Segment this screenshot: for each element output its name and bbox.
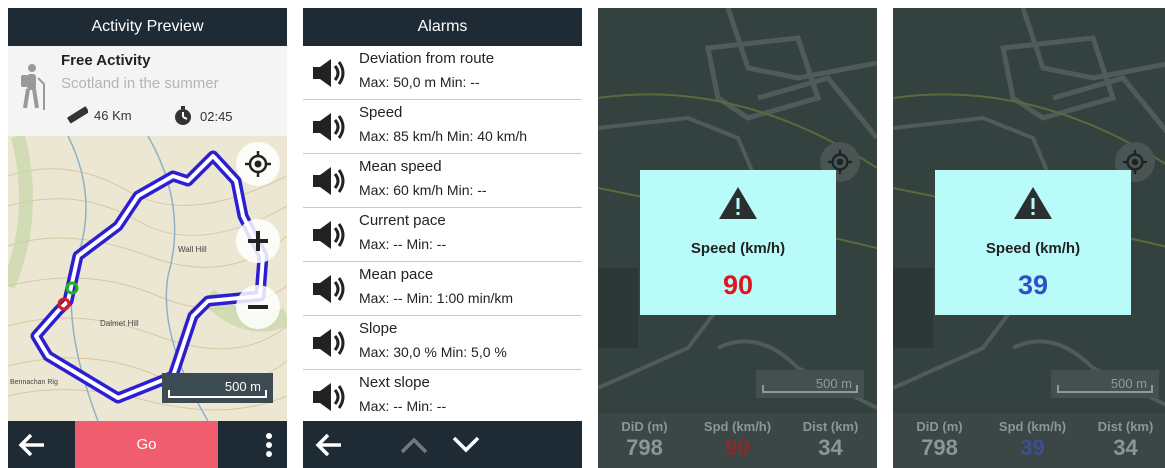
activity-preview-screen: Activity Preview Free Activity Scotland … [8,8,287,468]
speaker-icon [313,167,345,195]
duration-stat: 02:45 [172,106,233,126]
speaker-icon [313,113,345,141]
alarm-name: Slope [359,320,398,337]
speaker-icon [313,275,345,303]
speaker-icon [313,329,345,357]
distance-stat: 46 Km [66,106,132,124]
speaker-icon [313,221,345,249]
map-label-wall-hill: Wall Hill [178,245,207,254]
zoom-in-button[interactable] [236,219,280,263]
crosshair-icon [245,151,271,177]
alert-label: Speed (km/h) [985,240,1081,257]
warning-icon [719,187,757,219]
activity-subtitle: Scotland in the summer [61,75,219,92]
map-scale: 500 m [1051,370,1159,398]
alarm-item-next-slope[interactable]: Next slope Max: -- Min: -- [303,370,582,423]
field-value: 798 [921,435,958,460]
alarm-name: Deviation from route [359,50,495,67]
alarm-item-current-pace[interactable]: Current pace Max: -- Min: -- [303,208,582,262]
distance-value: 46 Km [94,107,132,123]
data-field-speed: Spd (km/h) 39 [986,419,1079,461]
field-label: DiD (m) [621,419,668,434]
field-value: 90 [725,435,750,460]
map-label-dalmet-hill: Dalmet Hill [100,319,139,328]
alert-value: 39 [1017,270,1049,300]
field-label: DiD (m) [916,419,963,434]
alarm-list: Deviation from route Max: 50,0 m Min: --… [303,46,582,421]
alarm-item-mean-speed[interactable]: Mean speed Max: 60 km/h Min: -- [303,154,582,208]
ruler-icon [67,106,88,124]
go-button[interactable]: Go [75,421,218,468]
field-value: 34 [818,435,843,460]
map-scale: 500 m [756,370,864,398]
scale-bar [1057,385,1153,393]
alarm-value: Max: 30,0 % Min: 5,0 % [359,344,507,360]
alarm-value: Max: -- Min: -- [359,398,447,414]
bottom-toolbar: Go [8,421,287,468]
data-field-did: DiD (m) 798 [598,419,691,461]
stopwatch-icon [175,106,191,125]
data-fields-bar: DiD (m) 798 Spd (km/h) 90 Dist (km) 34 [598,413,877,468]
alarm-value: Max: -- Min: 1:00 min/km [359,290,514,306]
alarm-value: Max: -- Min: -- [359,236,447,252]
data-field-distance: Dist (km) 34 [784,419,877,461]
field-label: Spd (km/h) [998,419,1067,434]
alarm-value: Max: 85 km/h Min: 40 km/h [359,128,528,144]
plus-icon [248,231,268,251]
data-field-did: DiD (m) 798 [893,419,986,461]
page-title: Activity Preview [8,8,287,46]
alarm-name: Current pace [359,212,446,229]
alarm-value: Max: 60 km/h Min: -- [359,182,487,198]
activity-name: Free Activity [61,52,151,69]
scale-bar [168,390,267,398]
speaker-icon [313,59,345,87]
locate-button[interactable] [236,142,280,186]
field-value: 39 [1020,435,1045,460]
route-map[interactable]: Wall Hill Dalmet Hill Bennachan Rig 500 … [8,136,287,421]
scroll-down-icon[interactable] [451,435,481,455]
map-label-bennachan-rig: Bennachan Rig [10,379,58,386]
scale-bar [762,385,858,393]
map-scale: 500 m [162,373,273,403]
alarms-screen: Alarms Deviation from route Max: 50,0 m … [303,8,582,468]
more-options-icon[interactable] [265,432,273,458]
field-label: Spd (km/h) [703,419,772,434]
warning-icon [1014,187,1052,219]
alert-dialog: Speed (km/h) 39 [935,170,1131,315]
activity-info: Free Activity Scotland in the summer 46 … [8,46,287,136]
field-label: Dist (km) [1097,419,1154,434]
data-field-distance: Dist (km) 34 [1079,419,1165,461]
alarm-value: Max: 50,0 m Min: -- [359,74,480,90]
alarm-name: Mean speed [359,158,442,175]
back-arrow-icon[interactable] [315,431,343,459]
alarm-name: Speed [359,104,403,121]
bottom-toolbar [303,421,582,468]
page-title: Alarms [303,8,582,46]
hiker-icon [21,64,45,110]
alarm-item-slope[interactable]: Slope Max: 30,0 % Min: 5,0 % [303,316,582,370]
speed-alert-low-screen: Speed (km/h) 39 500 m DiD (m) 798 Spd (k… [893,8,1165,468]
data-field-speed: Spd (km/h) 90 [691,419,784,461]
field-label: Dist (km) [802,419,859,434]
alert-dialog: Speed (km/h) 90 [640,170,836,315]
minus-icon [248,305,268,309]
speaker-icon [313,383,345,411]
alarm-item-speed[interactable]: Speed Max: 85 km/h Min: 40 km/h [303,100,582,154]
speed-alert-high-screen: Speed (km/h) 90 500 m DiD (m) 798 Spd (k… [598,8,877,468]
alarm-item-deviation[interactable]: Deviation from route Max: 50,0 m Min: -- [303,46,582,100]
zoom-out-button[interactable] [236,285,280,329]
alarm-name: Mean pace [359,266,434,283]
alert-label: Speed (km/h) [690,240,786,257]
field-value: 34 [1113,435,1138,460]
scroll-up-icon[interactable] [399,435,429,455]
back-arrow-icon[interactable] [18,431,46,459]
alarm-name: Next slope [359,374,430,391]
duration-value: 02:45 [200,108,233,124]
alarm-item-mean-pace[interactable]: Mean pace Max: -- Min: 1:00 min/km [303,262,582,316]
data-fields-bar: DiD (m) 798 Spd (km/h) 39 Dist (km) 34 [893,413,1165,468]
field-value: 798 [626,435,663,460]
alert-value: 90 [722,270,754,300]
